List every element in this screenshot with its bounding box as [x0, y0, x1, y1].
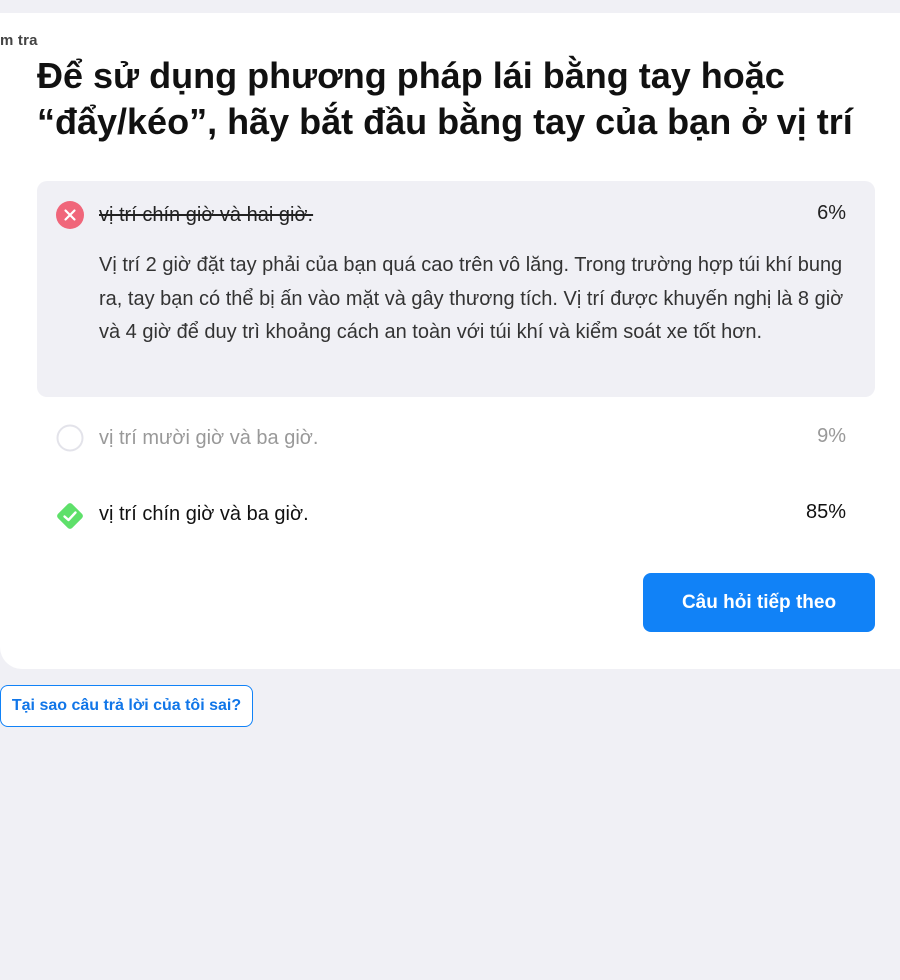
x-circle-icon: [56, 201, 84, 229]
answer-option-neutral: vị trí mười giờ và ba giờ. 9%: [37, 411, 875, 467]
check-diamond-icon: [53, 499, 87, 533]
option-percent: 9%: [817, 425, 846, 447]
breadcrumb: m tra: [0, 32, 38, 49]
empty-circle-icon: [56, 424, 84, 452]
option-label: vị trí chín giờ và ba giờ.: [99, 503, 309, 525]
option-percent: 85%: [805, 501, 846, 523]
why-wrong-button[interactable]: Tại sao câu trả lời của tôi sai?: [0, 685, 253, 727]
answer-explanation: Vị trí 2 giờ đặt tay phải của bạn quá ca…: [99, 254, 844, 343]
question-title: Để sử dụng phương pháp lái bằng tay hoặc…: [37, 55, 853, 142]
option-label: vị trí mười giờ và ba giờ.: [99, 427, 319, 449]
quiz-card: m tra Để sử dụng phương pháp lái bằng ta…: [0, 13, 900, 669]
option-percent: 6%: [817, 202, 846, 224]
answer-option-wrong: vị trí chín giờ và hai giờ. 6% Vị trí 2 …: [37, 181, 875, 397]
answer-option-correct: vị trí chín giờ và ba giờ. 85%: [37, 486, 875, 542]
next-question-button[interactable]: Câu hỏi tiếp theo: [643, 573, 875, 632]
option-label: vị trí chín giờ và hai giờ.: [99, 204, 314, 226]
